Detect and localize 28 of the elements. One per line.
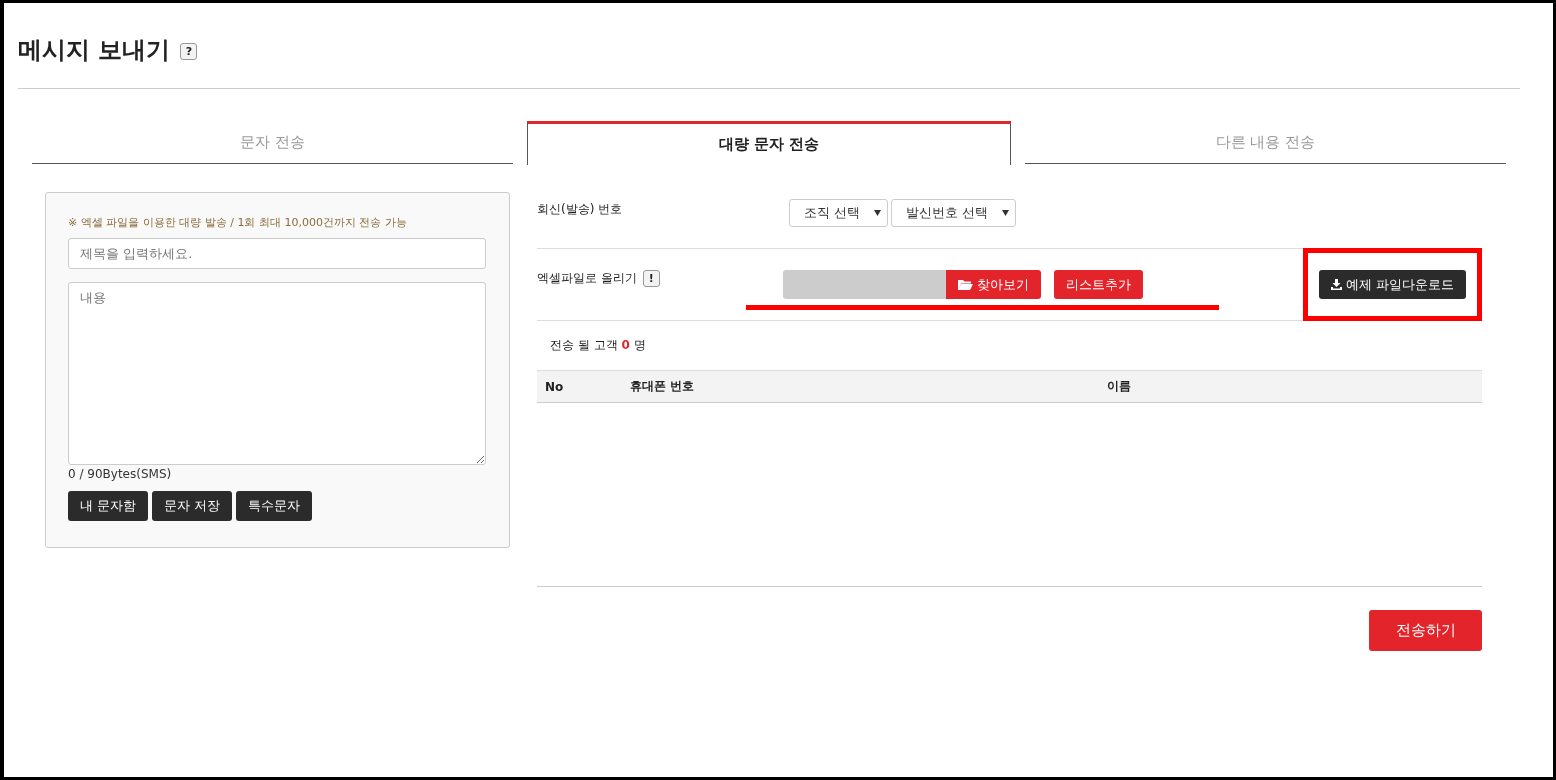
send-button[interactable]: 전송하기 xyxy=(1369,610,1482,651)
reply-number-label: 회신(발송) 번호 xyxy=(537,201,624,218)
caret-icon xyxy=(874,210,882,216)
download-icon xyxy=(1331,279,1342,290)
dropdown[interactable]: 조직 선택 xyxy=(789,199,889,227)
column-header: 휴대폰 번호 xyxy=(630,378,696,395)
notice-text: ※ 엑셀 파일을 이용한 대량 발송 / 1회 최대 10,000건까지 전송 가능 xyxy=(68,215,408,230)
info-icon[interactable]: ! xyxy=(642,270,660,287)
dropdown[interactable]: 발신번호 선택 xyxy=(891,199,1017,227)
byte-count: 0 / 90Bytes(SMS) xyxy=(68,467,173,481)
browse-button[interactable]: 찾아보기 xyxy=(945,270,1041,299)
sample-download-button[interactable]: 예제 파일다운로드 xyxy=(1319,270,1467,299)
compose-button[interactable]: 특수문자 xyxy=(236,491,313,521)
caret-icon xyxy=(1002,210,1010,216)
help-icon[interactable]: ? xyxy=(180,43,198,60)
column-header: 이름 xyxy=(1107,378,1131,395)
folder-icon xyxy=(957,278,973,291)
tab[interactable]: 대량 문자 전송 xyxy=(527,121,1011,165)
column-header: No xyxy=(544,379,565,394)
recipient-count-label: 전송 될 고객 0 명 xyxy=(550,337,646,354)
compose-button[interactable]: 문자 저장 xyxy=(152,491,233,521)
add-list-button[interactable]: 리스트추가 xyxy=(1053,270,1143,299)
file-field[interactable] xyxy=(782,270,946,299)
message-field[interactable]: 내용 xyxy=(68,282,486,465)
compose-button[interactable]: 내 문자함 xyxy=(68,491,149,521)
page-title: 메시지 보내기 xyxy=(18,34,171,66)
subject-field[interactable]: 제목을 입력하세요. xyxy=(68,238,486,269)
excel-upload-label: 엑셀파일로 올리기 xyxy=(537,270,637,287)
